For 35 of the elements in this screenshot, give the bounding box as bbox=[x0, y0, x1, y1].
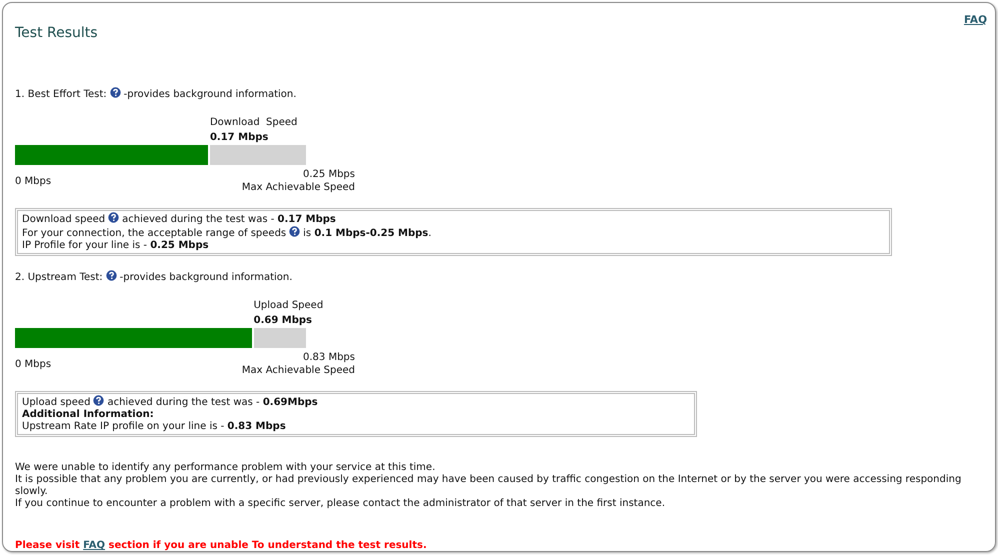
info-text: Download speed bbox=[22, 214, 106, 225]
summary-text: We were unable to identify any performance problem with your service at this time. bbox=[15, 462, 436, 474]
max-speed-label: Max Achievable Speed bbox=[242, 364, 355, 377]
min-speed: 0 Mbps bbox=[15, 174, 52, 188]
min-speed: 0 Mbps bbox=[15, 358, 52, 370]
faq-link[interactable]: FAQ bbox=[964, 14, 987, 26]
info-text: IP Profile for your line is - 0.25 Mbps bbox=[22, 240, 209, 251]
speed-label: Download Speed bbox=[210, 116, 298, 130]
info-text: Upstream Rate IP profile on your line is - 0.83 Mbps bbox=[22, 421, 286, 432]
speed-label: Upload Speed bbox=[254, 299, 324, 313]
faq-link[interactable]: FAQ bbox=[83, 540, 106, 551]
info-text: -provides background information. bbox=[120, 272, 292, 283]
help-icon[interactable] bbox=[93, 395, 104, 406]
help-icon[interactable] bbox=[108, 212, 120, 223]
help-icon[interactable] bbox=[110, 87, 121, 98]
info-text: -provides background information. bbox=[124, 89, 296, 100]
speed-value: 0.17 Mbps bbox=[210, 131, 268, 145]
max-speed-label: Max Achievable Speed bbox=[242, 181, 355, 194]
max-speed: 0.83 Mbps bbox=[302, 351, 355, 364]
speed-value: 0.69 Mbps bbox=[254, 314, 312, 328]
help-icon[interactable] bbox=[289, 226, 300, 237]
info-text: For your connection, the acceptable range of speeds bbox=[22, 228, 286, 239]
info-text: is 0.1 Mbps-0.25 Mbps. bbox=[303, 228, 432, 239]
summary-text: It is possible that any problem you are currently, or had previously experienced may have been caused by traffic congestion on the Internet or by the server you were accessing responding slowly. bbox=[15, 474, 962, 498]
info-text: achieved during the test was - 0.69Mbps bbox=[107, 397, 318, 408]
info-text: Additional Information: bbox=[22, 409, 154, 420]
info-text: 1. Best Effort Test: bbox=[15, 89, 107, 100]
help-icon[interactable] bbox=[106, 270, 117, 281]
max-speed: 0.25 Mbps bbox=[302, 168, 355, 181]
info-text: achieved during the test was - 0.17 Mbps bbox=[122, 214, 336, 225]
info-text: 2. Upstream Test: bbox=[15, 272, 103, 283]
faq-notice: Please visit FAQ section if you are unable To understand the test results. bbox=[15, 540, 428, 551]
info-text: Upload speed bbox=[22, 397, 90, 408]
page-title: Test Results bbox=[15, 25, 98, 41]
summary-text: If you continue to encounter a problem with a specific server, please contact the administrator of that server in the first instance. bbox=[15, 498, 666, 510]
